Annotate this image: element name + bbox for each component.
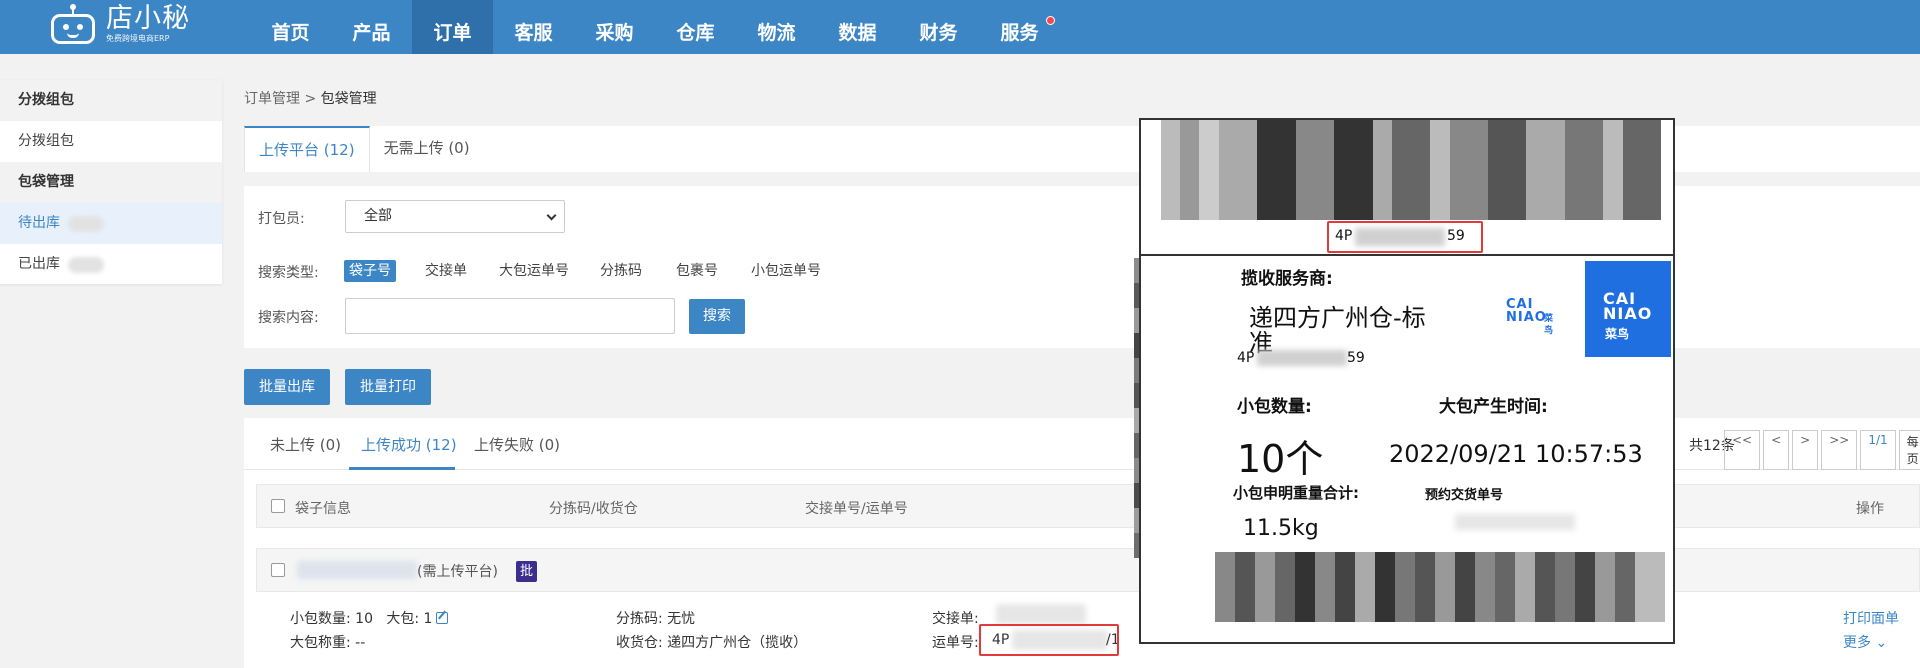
edit-icon[interactable] bbox=[436, 612, 449, 624]
cainiao-logo-box: CAI NIAO 菜鸟 bbox=[1585, 261, 1671, 357]
batch-print-button[interactable]: 批量打印 bbox=[345, 369, 431, 405]
search-type-package-no[interactable]: 包裹号 bbox=[671, 260, 723, 282]
breadcrumb-parent[interactable]: 订单管理 bbox=[244, 91, 300, 107]
th-operation: 操作 bbox=[1856, 501, 1884, 517]
label-code-mid-suffix: 59 bbox=[1347, 350, 1365, 366]
select-all-checkbox[interactable] bbox=[271, 499, 285, 513]
barcode-bottom-pixelated bbox=[1215, 552, 1665, 622]
tab-upload-failed[interactable]: 上传失败 (0) bbox=[474, 434, 560, 455]
nav-warehouse[interactable]: 仓库 bbox=[655, 0, 736, 54]
time-value: 2022/09/21 10:57:53 bbox=[1389, 440, 1643, 468]
handover-label: 交接单: bbox=[932, 611, 979, 627]
small-count-title: 小包数量: bbox=[1237, 397, 1312, 417]
search-input[interactable] bbox=[345, 298, 675, 334]
search-content-label: 搜索内容: bbox=[258, 310, 319, 326]
label-code-mid-prefix: 4P bbox=[1237, 350, 1255, 366]
booking-title: 预约交货单号 bbox=[1425, 488, 1504, 503]
nav-service[interactable]: 客服 bbox=[493, 0, 574, 54]
sidebar-item-shipped[interactable]: 已出库 bbox=[0, 244, 222, 285]
tab-upload-platform[interactable]: 上传平台 (12) bbox=[244, 126, 370, 172]
search-type-big-waybill[interactable]: 大包运单号 bbox=[494, 260, 574, 282]
nav-finance[interactable]: 财务 bbox=[898, 0, 979, 54]
count-badge-blurred bbox=[68, 257, 104, 273]
waybill-label: 运单号: bbox=[932, 635, 979, 651]
packer-select-value: 全部 bbox=[364, 208, 392, 224]
sidebar-item-pending-out[interactable]: 待出库 bbox=[0, 203, 222, 244]
small-count: 小包数量: 10 大包: 1 bbox=[290, 608, 449, 628]
nav-logistics[interactable]: 物流 bbox=[736, 0, 817, 54]
small-count-value: 10个 bbox=[1237, 437, 1324, 481]
search-type-small-waybill[interactable]: 小包运单号 bbox=[746, 260, 826, 282]
provider-name-line1: 递四方广州仓-标 bbox=[1249, 304, 1426, 332]
robot-logo-icon bbox=[48, 4, 98, 46]
nav-home[interactable]: 首页 bbox=[250, 0, 331, 54]
batch-out-button[interactable]: 批量出库 bbox=[244, 369, 330, 405]
sidebar-item-dispatch-pack[interactable]: 分拨组包 bbox=[0, 121, 222, 162]
page-size-select[interactable]: 每页 bbox=[1898, 430, 1920, 470]
handover-no-blurred bbox=[996, 604, 1086, 624]
sidebar-section-bag: 包袋管理 bbox=[0, 162, 222, 203]
receiving-warehouse: 收货仓: 递四方广州仓（揽收） bbox=[616, 635, 808, 651]
sidebar-item-label: 待出库 bbox=[18, 215, 60, 231]
print-label-link[interactable]: 打印面单 bbox=[1843, 608, 1899, 628]
nav-purchase[interactable]: 采购 bbox=[574, 0, 655, 54]
nav-orders[interactable]: 订单 bbox=[412, 0, 493, 54]
th-bag-info: 袋子信息 bbox=[295, 501, 351, 517]
search-type-sort-code[interactable]: 分拣码 bbox=[595, 260, 647, 282]
shipping-label-preview: 4P 59 揽收服务商: 递四方广州仓-标 准 4P 59 CAI NIAO 菜… bbox=[1139, 118, 1675, 644]
group-note: (需上传平台) bbox=[417, 564, 498, 580]
more-link[interactable]: 更多 ⌄ bbox=[1843, 632, 1887, 652]
waybill-highlight bbox=[979, 624, 1119, 656]
bag-no-blurred bbox=[297, 561, 417, 579]
page-next-button[interactable]: > bbox=[1792, 430, 1819, 470]
chevron-down-icon bbox=[546, 210, 557, 221]
batch-badge: 批 bbox=[516, 561, 537, 582]
page-indicator[interactable]: 1/1 bbox=[1860, 430, 1896, 470]
cainiao-logo-small: CAI NIAO 菜鸟 bbox=[1506, 297, 1555, 336]
tab-upload-success[interactable]: 上传成功 (12) bbox=[361, 434, 457, 455]
page-last-button[interactable]: >> bbox=[1821, 430, 1858, 470]
search-type-bag-no[interactable]: 袋子号 bbox=[344, 260, 396, 282]
label-code-mid-blurred bbox=[1257, 350, 1347, 366]
logo-name: 店小秘 bbox=[106, 3, 190, 34]
th-sort-warehouse: 分拣码/收货仓 bbox=[549, 501, 638, 517]
search-type-handover[interactable]: 交接单 bbox=[420, 260, 472, 282]
sidebar: 分拨组包 分拨组包 包袋管理 待出库 已出库 bbox=[0, 80, 222, 284]
tab-no-upload[interactable]: 无需上传 (0) bbox=[370, 126, 484, 172]
row-checkbox[interactable] bbox=[271, 563, 285, 577]
tab-not-uploaded[interactable]: 未上传 (0) bbox=[270, 434, 341, 455]
sidebar-section-dispatch: 分拨组包 bbox=[0, 80, 222, 121]
packer-select[interactable]: 全部 bbox=[345, 200, 565, 233]
weight-title: 小包申明重量合计: bbox=[1233, 484, 1359, 502]
pagination: << < > >> 1/1 每页 bbox=[1724, 430, 1920, 470]
nav-services[interactable]: 服务 bbox=[979, 0, 1060, 54]
top-navbar: 店小秘 免费跨境电商ERP 首页 产品 订单 客服 采购 仓库 物流 数据 财务… bbox=[0, 0, 1920, 54]
barcode-top-pixelated bbox=[1161, 120, 1662, 220]
count-badge-blurred bbox=[68, 216, 104, 232]
code-highlight bbox=[1327, 221, 1483, 253]
notification-dot bbox=[1046, 16, 1055, 25]
big-weight: 大包称重: -- bbox=[290, 635, 366, 651]
page-prev-button[interactable]: < bbox=[1763, 430, 1790, 470]
booking-no-blurred bbox=[1455, 514, 1575, 530]
breadcrumb-current: 包袋管理 bbox=[320, 91, 377, 107]
main-nav: 首页 产品 订单 客服 采购 仓库 物流 数据 财务 服务 bbox=[250, 0, 1060, 54]
nav-data[interactable]: 数据 bbox=[817, 0, 898, 54]
breadcrumb: 订单管理 > 包袋管理 bbox=[244, 91, 377, 107]
weight-value: 11.5kg bbox=[1243, 516, 1319, 541]
time-title: 大包产生时间: bbox=[1439, 397, 1548, 417]
page-first-button[interactable]: << bbox=[1724, 430, 1761, 470]
chevron-down-icon: ⌄ bbox=[1875, 635, 1888, 651]
search-type-label: 搜索类型: bbox=[258, 265, 319, 281]
packer-label: 打包员: bbox=[258, 211, 305, 227]
sidebar-item-label: 已出库 bbox=[18, 256, 60, 272]
search-button[interactable]: 搜索 bbox=[689, 299, 745, 334]
sort-code: 分拣码: 无忧 bbox=[616, 611, 696, 627]
nav-products[interactable]: 产品 bbox=[331, 0, 412, 54]
th-handover-waybill: 交接单号/运单号 bbox=[805, 501, 908, 517]
logo-subtitle: 免费跨境电商ERP bbox=[106, 34, 170, 43]
provider-title: 揽收服务商: bbox=[1241, 269, 1333, 289]
logo[interactable]: 店小秘 免费跨境电商ERP bbox=[48, 4, 190, 46]
